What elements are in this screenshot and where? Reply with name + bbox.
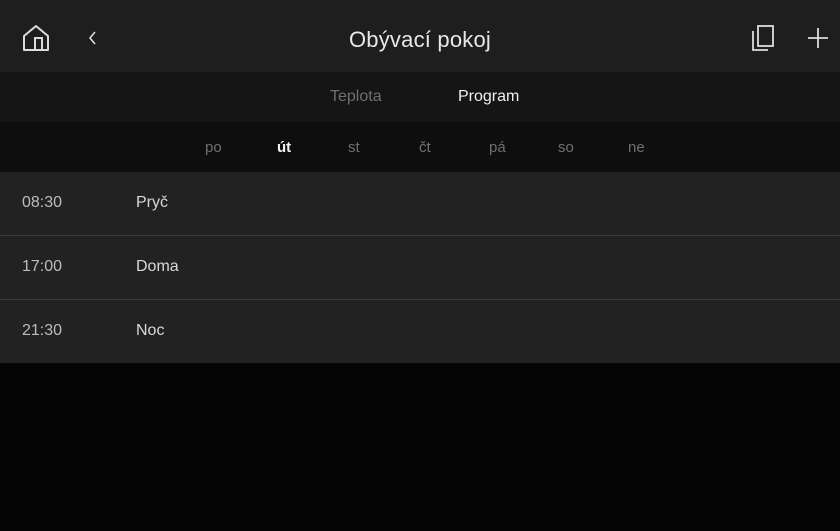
header-bar: Obývací pokoj bbox=[0, 0, 840, 72]
schedule-mode: Noc bbox=[136, 322, 165, 339]
day-ct[interactable]: čt bbox=[419, 139, 431, 156]
schedule-row[interactable]: 21:30 Noc bbox=[0, 300, 840, 363]
schedule-mode: Doma bbox=[136, 258, 179, 275]
copy-icon bbox=[751, 24, 775, 52]
day-ne[interactable]: ne bbox=[628, 139, 645, 156]
day-st[interactable]: st bbox=[348, 139, 360, 156]
schedule-mode: Pryč bbox=[136, 194, 168, 211]
app-window: Obývací pokoj Teplota Program po út st č… bbox=[0, 0, 840, 531]
schedule-row[interactable]: 17:00 Doma bbox=[0, 236, 840, 299]
tab-teplota[interactable]: Teplota bbox=[330, 88, 382, 106]
tab-bar: Teplota Program bbox=[0, 72, 840, 122]
copy-button[interactable] bbox=[746, 20, 780, 56]
plus-icon bbox=[806, 26, 830, 50]
schedule-time: 08:30 bbox=[22, 194, 63, 211]
add-button[interactable] bbox=[800, 20, 836, 56]
day-ut[interactable]: út bbox=[277, 139, 291, 156]
day-pa[interactable]: pá bbox=[489, 139, 506, 156]
day-selector: po út st čt pá so ne bbox=[0, 122, 840, 172]
day-so[interactable]: so bbox=[558, 139, 574, 156]
page-title: Obývací pokoj bbox=[348, 27, 491, 52]
schedule-time: 21:30 bbox=[22, 322, 63, 339]
schedule-row[interactable]: 08:30 Pryč bbox=[0, 172, 840, 235]
tab-program[interactable]: Program bbox=[458, 88, 519, 106]
day-po[interactable]: po bbox=[205, 139, 222, 156]
schedule-time: 17:00 bbox=[22, 258, 63, 275]
